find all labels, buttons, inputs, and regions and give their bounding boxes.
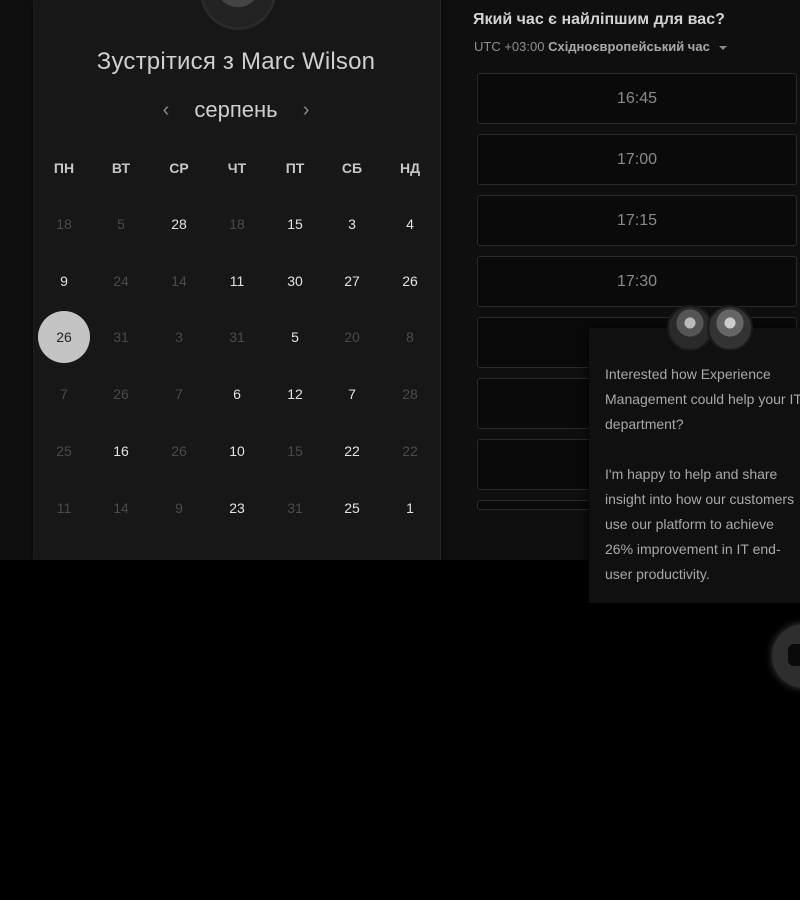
timezone-name: Східноєвропейський час [548, 39, 710, 54]
calendar-day[interactable]: 26 [384, 255, 436, 307]
calendar-day: 26 [113, 386, 129, 402]
weekday-label: ЧТ [227, 160, 247, 176]
calendar-day[interactable]: 16 [95, 425, 147, 477]
calendar-day[interactable]: 6 [211, 368, 263, 420]
calendar-day[interactable]: 3 [326, 198, 378, 250]
calendar-day[interactable]: 27 [326, 255, 378, 307]
calendar-day: 31 [113, 329, 129, 345]
calendar-day: 31 [287, 500, 303, 516]
calendar-day[interactable]: 28 [153, 198, 205, 250]
timezone-selector[interactable]: UTC +03:00 Східноєвропейський час [474, 39, 728, 54]
calendar-day: 14 [113, 500, 129, 516]
calendar-day[interactable]: 30 [269, 255, 321, 307]
calendar-day[interactable]: 25 [326, 482, 378, 534]
calendar-day: 7 [175, 386, 183, 402]
calendar-day: 11 [56, 500, 72, 516]
calendar-day: 9 [175, 500, 183, 516]
calendar-day: 18 [229, 216, 245, 232]
weekday-label: НД [399, 160, 421, 176]
chevron-right-icon[interactable]: › [294, 99, 318, 122]
time-question: Який час є найліпшим для вас? [473, 11, 725, 28]
weekday-label: СБ [341, 160, 363, 176]
calendar-day[interactable]: 11 [211, 255, 263, 307]
weekday-label: ВТ [111, 160, 131, 176]
time-slot-button[interactable]: 17:30 [477, 256, 797, 307]
chat-message: Interested how Experience Management cou… [605, 366, 800, 582]
chat-launcher-button[interactable] [772, 624, 800, 688]
calendar-day: 7 [60, 386, 68, 402]
time-slot-button[interactable]: 17:00 [477, 134, 797, 185]
chat-bubble-icon [788, 644, 800, 666]
calendar-day[interactable]: 9 [38, 255, 90, 307]
calendar-day[interactable]: 5 [269, 311, 321, 363]
calendar-day: 28 [402, 386, 418, 402]
calendar-day[interactable]: 15 [269, 198, 321, 250]
calendar-day: 26 [171, 443, 187, 459]
calendar-day: 20 [344, 329, 360, 345]
weekday-label: ПТ [285, 160, 305, 176]
timezone-offset: UTC +03:00 [474, 39, 545, 54]
weekday-label: СР [169, 160, 189, 176]
calendar-day: 25 [56, 443, 72, 459]
calendar-day: 18 [56, 216, 72, 232]
calendar-day[interactable]: 22 [326, 425, 378, 477]
weekday-label: ПН [53, 160, 75, 176]
calendar-day: 15 [287, 443, 303, 459]
calendar-day[interactable]: 4 [384, 198, 436, 250]
calendar-day: 14 [171, 273, 187, 289]
calendar-day[interactable]: 10 [211, 425, 263, 477]
calendar-day: 22 [402, 443, 418, 459]
time-slot-button[interactable]: 16:45 [477, 73, 797, 124]
calendar-day: 3 [175, 329, 183, 345]
meeting-title: Зустрітися з Marc Wilson [96, 48, 376, 75]
caret-down-icon [719, 45, 728, 50]
calendar-day[interactable]: 23 [211, 482, 263, 534]
calendar-day: 5 [117, 216, 125, 232]
calendar-day: 24 [113, 273, 129, 289]
month-label: серпень [194, 97, 278, 122]
calendar-day[interactable]: 7 [326, 368, 378, 420]
chevron-left-icon[interactable]: ‹ [154, 99, 178, 122]
agent-avatar [707, 305, 753, 351]
calendar-day[interactable]: 1 [384, 482, 436, 534]
month-navigator: ‹ серпень › [33, 97, 439, 123]
time-slot-button[interactable]: 17:15 [477, 195, 797, 246]
calendar-day[interactable]: 12 [269, 368, 321, 420]
calendar-day-selected[interactable]: 26 [38, 311, 90, 363]
calendar-day: 31 [229, 329, 245, 345]
calendar-day: 8 [406, 329, 414, 345]
